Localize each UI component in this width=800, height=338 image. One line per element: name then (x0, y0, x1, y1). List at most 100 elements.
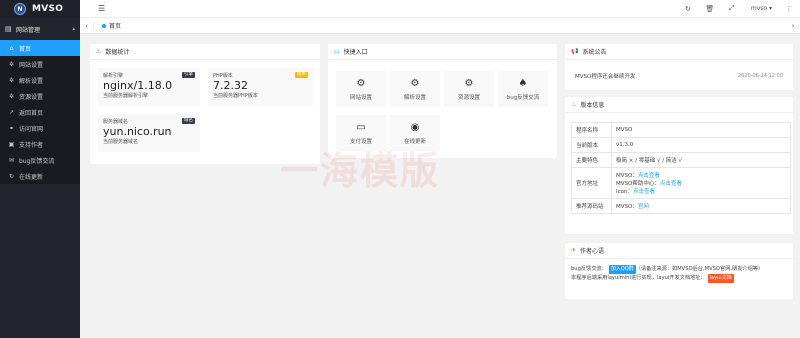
table-row: 当前版本 v1.3.0 (571, 137, 791, 153)
user-name: mvso (750, 5, 768, 12)
sidebar-item-label: 访问官网 (19, 125, 44, 133)
quick-site-settings[interactable]: ⚙ 网站设置 (336, 71, 386, 107)
stat-value: nginx/1.18.0 (103, 79, 173, 92)
author-line1-prefix: bug反馈交流： (571, 266, 607, 272)
stats-card: ⚠ 数据统计 解析引擎 nginx/1.18.0 当前服务器解析引擎 引擎 PH… (90, 44, 320, 164)
target-icon: ◉ (410, 121, 420, 133)
refresh-icon[interactable]: ↻ (677, 5, 699, 13)
active-dot (102, 23, 106, 28)
tab-home[interactable]: 首页 (94, 18, 129, 34)
tabs-bar: ‹ 首页 › (80, 18, 800, 34)
bullhorn-icon: 📢 (571, 48, 579, 55)
row-value: MVSO (611, 122, 791, 138)
trash-icon[interactable]: 🗑 (699, 5, 721, 13)
layui-doc-button[interactable]: layui文档 (707, 274, 734, 283)
top-header: ☰ ↻ 🗑 ⤢ mvso ▾ ⋮ (80, 0, 800, 18)
chat-icon: ✉ (8, 156, 15, 164)
sidebar-item-label: 资源设置 (19, 93, 44, 101)
notice-text[interactable]: MVSO程序还会继续开发 (575, 72, 635, 80)
row-key: 推荐源码站 (571, 198, 612, 214)
version-table: 程序名称 MVSO 当前版本 v1.3.0 主要特色 极简 × / 零基础 √ … (571, 122, 791, 214)
cogs-icon: ⚙ (356, 77, 366, 89)
table-row: 推荐源码站 MVSO：官网 (571, 198, 791, 214)
quick-label: bug反馈交流 (506, 94, 540, 101)
quick-pay-settings[interactable]: ▭ 支付设置 (336, 115, 386, 151)
menu-group-site-manage[interactable]: ▤ 网站管理 ▴ (0, 18, 80, 40)
tab-next-icon[interactable]: › (786, 22, 800, 30)
sidebar-item-resource-settings[interactable]: ✲ 资源设置 (0, 88, 80, 104)
author-line1-suffix: （请备注来源：如MVSO后台,MVSO官网,朋友介绍等） (635, 266, 764, 272)
tab-prev-icon[interactable]: ‹ (80, 21, 94, 30)
table-row: 主要特色 极简 × / 零基础 √ / 简洁 √ (571, 152, 791, 168)
card-header: ▭ 快捷入口 (328, 44, 557, 60)
gear-icon: ✲ (8, 76, 15, 84)
sidebar-item-parse-settings[interactable]: ✲ 解析设置 (0, 72, 80, 88)
quick-online-update[interactable]: ◉ 在线更新 (390, 115, 440, 151)
logo[interactable]: N MVSO (0, 0, 80, 18)
cogs-icon: ⚙ (464, 77, 474, 89)
quick-label: 网站设置 (349, 94, 372, 101)
sidebar-item-home[interactable]: ⌂ 首页 (0, 40, 80, 56)
link-official[interactable]: 官网 (638, 204, 649, 210)
stat-sub: 当前服务器PHP版本 (213, 93, 258, 99)
fire-icon: ♨ (571, 101, 577, 108)
paper-plane-icon: ✈ (571, 247, 577, 254)
sidebar-item-official-site[interactable]: ⚭ 访问官网 (0, 120, 80, 136)
stat-value: yun.nico.run (103, 125, 172, 138)
notice-card: 📢 系统公告 MVSO程序还会继续开发 2020-06-24 12:00 (565, 44, 793, 90)
sidebar-item-label: 网站设置 (19, 61, 44, 69)
sidebar-item-label: 首页 (19, 45, 32, 53)
card-header: ✈ 作者心语 (565, 243, 793, 259)
sidebar-item-online-update[interactable]: ↻ 在线更新 (0, 168, 80, 184)
quick-bug-feedback[interactable]: ♠ bug反馈交流 (498, 71, 548, 107)
row-key: 官方地址 (571, 167, 612, 199)
stat-label: PHP版本 (213, 73, 233, 79)
refresh-icon: ↻ (8, 172, 15, 180)
logo-text: MVSO (32, 4, 64, 14)
card-title: 系统公告 (582, 49, 607, 56)
quick-label: 在线更新 (403, 138, 426, 145)
fullscreen-icon[interactable]: ⤢ (721, 4, 743, 13)
link-help-center[interactable]: 点击查看 (660, 181, 682, 187)
card-title: 版本信息 (580, 102, 605, 109)
chevron-up-icon: ▴ (72, 26, 75, 32)
stat-engine: 解析引擎 nginx/1.18.0 当前服务器解析引擎 引擎 (98, 68, 200, 106)
row-value: MVSO：官网 (611, 198, 791, 214)
sidebar-item-bug-feedback[interactable]: ✉ bug反馈交流 (0, 152, 80, 168)
row-value: MVSO：点击查看 MVSO帮助中心：点击查看 Icon：点击查看 (611, 167, 791, 199)
window-icon: ▭ (334, 48, 340, 55)
author-line2: 本程序后端采用layuimini进行实现，layui开发文档地址： (571, 275, 706, 281)
link-label: Icon： (616, 189, 633, 195)
quick-parse-settings[interactable]: ⚙ 解析设置 (390, 71, 440, 107)
stat-php: PHP版本 7.2.32 当前服务器PHP版本 版本 (208, 68, 313, 106)
card-header: ♨ 版本信息 (565, 97, 793, 113)
share-icon: ↗ (8, 108, 15, 116)
stat-sub: 当前服务器域名 (103, 139, 139, 145)
author-card: ✈ 作者心语 bug反馈交流： 加入QQ群 （请备注来源：如MVSO后台,MVSO官… (565, 243, 793, 299)
sidebar-item-site-settings[interactable]: ✲ 网站设置 (0, 56, 80, 72)
link-icon-site[interactable]: 点击查看 (633, 189, 655, 195)
book-icon: ▤ (5, 24, 12, 33)
quick-entry-card: ▭ 快捷入口 ⚙ 网站设置 ⚙ 解析设置 ⚙ 资源设置 ♠ bug反馈交流 ▭ … (328, 44, 557, 158)
sidebar-item-back-home[interactable]: ↗ 返回首页 (0, 104, 80, 120)
header-actions: ↻ 🗑 ⤢ mvso ▾ ⋮ (677, 4, 800, 13)
home-icon: ⌂ (9, 44, 14, 52)
user-menu[interactable]: mvso ▾ (751, 5, 772, 12)
quick-label: 支付设置 (349, 138, 372, 145)
menu-group-label: 网站管理 (16, 26, 41, 34)
sidebar-item-label: 返回首页 (19, 109, 44, 117)
join-qq-button[interactable]: 加入QQ群 (608, 265, 636, 274)
quick-resource-settings[interactable]: ⚙ 资源设置 (444, 71, 494, 107)
sidebar-item-support-author[interactable]: ▣ 支持作者 (0, 136, 80, 152)
stat-badge: 引擎 (182, 72, 195, 78)
more-icon[interactable]: ⋮ (778, 5, 800, 13)
logo-mark: N (14, 3, 26, 15)
table-row: 程序名称 MVSO (571, 122, 791, 138)
stat-badge: 域名 (182, 118, 195, 124)
chevron-down-icon: ▾ (768, 5, 772, 12)
stat-badge: 版本 (295, 72, 308, 78)
gear-icon: ✲ (8, 60, 15, 68)
link-label: MVSO： (616, 204, 638, 210)
menu-toggle-icon[interactable]: ☰ (98, 4, 105, 13)
quick-label: 解析设置 (403, 94, 426, 101)
